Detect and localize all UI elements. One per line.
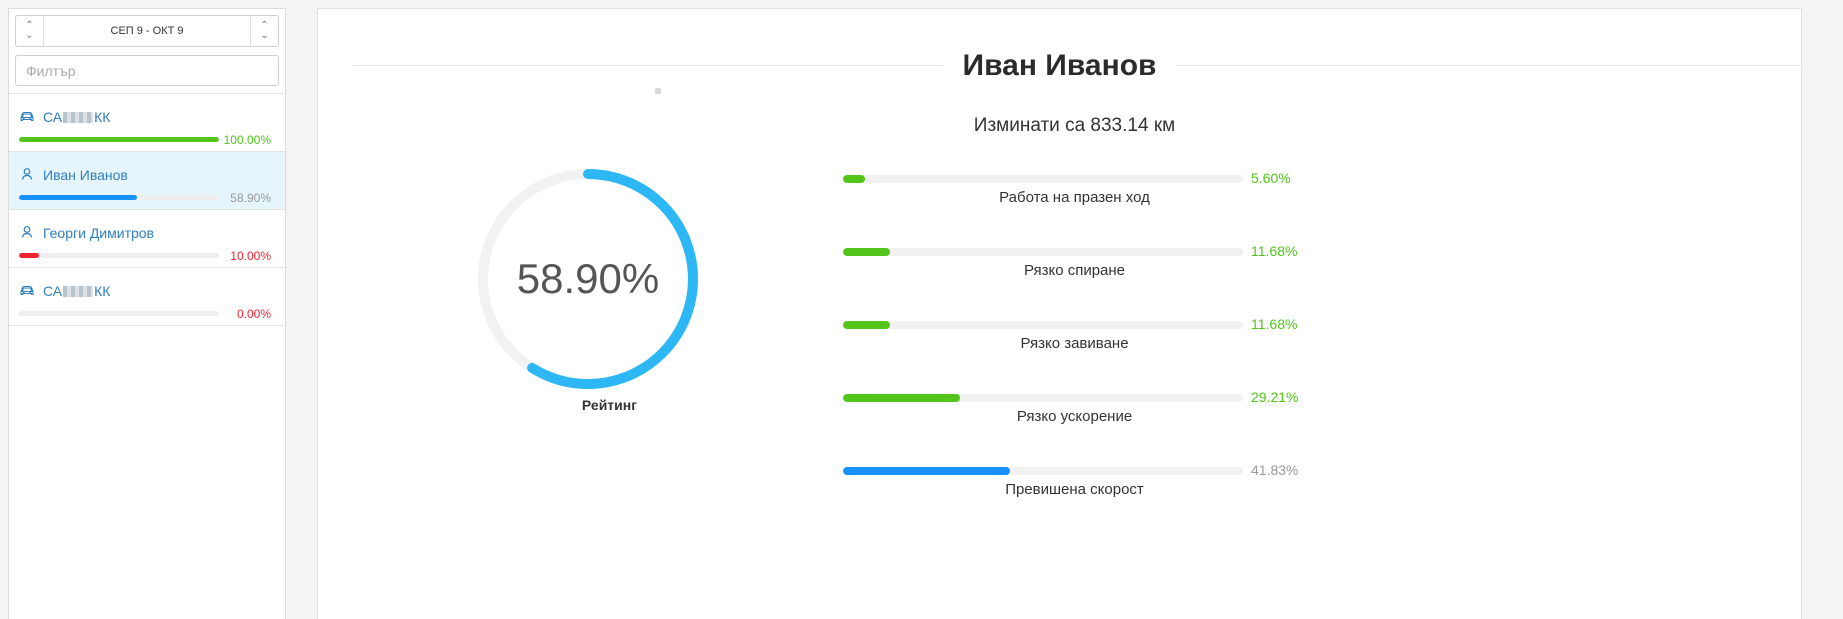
- loading-indicator: [655, 88, 661, 94]
- progress-fill: [19, 195, 137, 200]
- metric-harsh-acceleration: 29.21% Рязко ускорение: [843, 389, 1323, 434]
- metric-fill: [843, 248, 890, 256]
- list-item-percent: 58.90%: [230, 191, 271, 205]
- list-item[interactable]: Иван Иванов 58.90%: [9, 152, 285, 210]
- metric-label: Работа на празен ход: [999, 189, 1150, 206]
- redacted-text: [63, 112, 94, 123]
- entity-list: СА КК 100.00% Иван Иванов 58.90% Георги Д…: [9, 93, 285, 326]
- progress-fill: [19, 253, 39, 258]
- list-item[interactable]: СА КК 100.00%: [9, 94, 285, 152]
- rating-label: Рейтинг: [581, 397, 638, 413]
- list-item-name[interactable]: Георги Димитров: [43, 225, 154, 241]
- sidebar: ⌃ ⌄ СЕП 9 - ОКТ 9 ⌃ ⌄ САКК 100.00% Иван …: [8, 8, 286, 619]
- metric-track: [843, 321, 1243, 329]
- metric-harsh-braking: 11.68% Рязко спиране: [843, 243, 1323, 288]
- progress-track: [19, 195, 219, 200]
- list-item[interactable]: СА КК 0.00%: [9, 268, 285, 326]
- start-date-stepper[interactable]: ⌃ ⌄: [16, 16, 44, 46]
- metric-label: Рязко завиване: [1020, 335, 1129, 352]
- progress-track: [19, 137, 219, 142]
- list-item-name[interactable]: СА КК: [43, 283, 110, 299]
- rating-value: 58.90%: [516, 255, 660, 302]
- progress-track: [19, 311, 219, 316]
- metric-label: Превишена скорост: [1005, 481, 1144, 498]
- list-item-percent: 100.00%: [223, 133, 271, 147]
- metric-fill: [843, 394, 960, 402]
- metric-track: [843, 248, 1243, 256]
- driver-detail-panel: Иван Иванов Изминати са 833.14 км 58.90%…: [317, 8, 1803, 619]
- metric-idle: 5.60% Работа на празен ход: [843, 170, 1323, 215]
- progress-fill: [19, 137, 219, 142]
- distance-summary: Изминати са 833.14 км: [973, 115, 1176, 136]
- car-icon: [19, 282, 35, 298]
- metric-fill: [843, 321, 890, 329]
- list-item-percent: 0.00%: [236, 307, 271, 321]
- list-item[interactable]: Георги Димитров 10.00%: [9, 210, 285, 268]
- filter-input[interactable]: [15, 55, 279, 86]
- metric-track: [843, 467, 1243, 475]
- page-title: Иван Иванов: [318, 49, 1801, 83]
- metric-percent: 11.68%: [1251, 316, 1298, 332]
- metric-speeding: 41.83% Превишена скорост: [843, 462, 1323, 507]
- chevron-down-icon[interactable]: ⌄: [260, 31, 270, 41]
- redacted-text: [63, 286, 94, 297]
- metric-fill: [843, 467, 1011, 475]
- end-date-stepper[interactable]: ⌃ ⌄: [250, 16, 278, 46]
- chevron-down-icon[interactable]: ⌄: [25, 31, 35, 41]
- user-icon: [19, 166, 35, 182]
- date-range-label[interactable]: СЕП 9 - ОКТ 9: [44, 16, 250, 46]
- metric-track: [843, 394, 1243, 402]
- rating-gauge: 58.90%: [468, 159, 708, 399]
- metric-percent: 29.21%: [1251, 389, 1299, 405]
- list-item-name[interactable]: СА КК: [43, 109, 110, 125]
- metric-harsh-turning: 11.68% Рязко завиване: [843, 316, 1323, 361]
- list-item-name[interactable]: Иван Иванов: [43, 167, 128, 183]
- metric-percent: 41.83%: [1251, 462, 1299, 478]
- metric-fill: [843, 175, 866, 183]
- metric-percent: 5.60%: [1251, 170, 1291, 186]
- metric-label: Рязко ускорение: [1016, 408, 1133, 425]
- metric-label: Рязко спиране: [1023, 262, 1126, 279]
- progress-track: [19, 253, 219, 258]
- list-item-percent: 10.00%: [230, 249, 271, 263]
- date-range-picker[interactable]: ⌃ ⌄ СЕП 9 - ОКТ 9 ⌃ ⌄: [15, 15, 279, 47]
- metric-percent: 11.68%: [1251, 243, 1298, 259]
- user-icon: [19, 224, 35, 240]
- car-icon: [19, 108, 35, 124]
- metric-track: [843, 175, 1243, 183]
